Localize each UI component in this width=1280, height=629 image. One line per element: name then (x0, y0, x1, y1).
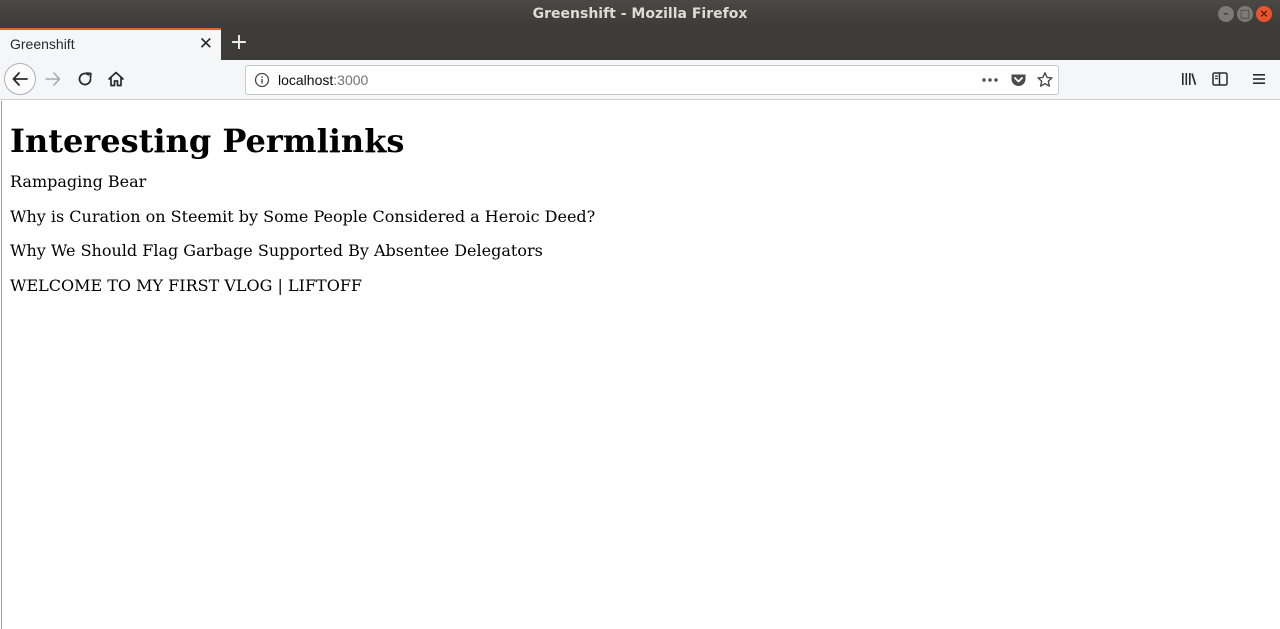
home-icon (108, 71, 124, 87)
page-content: Interesting Permlinks Rampaging Bear Why… (1, 101, 1279, 629)
arrow-left-icon (12, 72, 28, 86)
maximize-icon[interactable]: □ (1237, 6, 1253, 22)
arrow-right-icon (45, 72, 61, 86)
close-icon[interactable]: × (1256, 6, 1272, 22)
window-titlebar: Greenshift - Mozilla Firefox – □ × (0, 0, 1280, 28)
permlink-item[interactable]: Why is Curation on Steemit by Some Peopl… (10, 207, 1279, 227)
forward-button[interactable] (38, 64, 68, 94)
library-button[interactable] (1174, 64, 1204, 94)
url-text[interactable]: localhost:3000 (278, 72, 368, 88)
ellipsis-icon[interactable] (980, 71, 1000, 89)
star-icon[interactable] (1035, 71, 1055, 89)
browser-window: Greenshift - Mozilla Firefox – □ × Green… (0, 0, 1280, 629)
hamburger-menu-icon (1253, 74, 1265, 84)
window-controls: – □ × (1218, 6, 1272, 22)
navigation-toolbar: localhost:3000 (0, 60, 1280, 100)
library-icon (1182, 73, 1197, 86)
permlink-item[interactable]: Why We Should Flag Garbage Supported By … (10, 241, 1279, 261)
tab-close-icon[interactable]: ✕ (199, 34, 213, 54)
permlink-item[interactable]: WELCOME TO MY FIRST VLOG | LIFTOFF (10, 276, 1279, 296)
menu-button[interactable] (1244, 64, 1274, 94)
url-host: localhost (278, 72, 334, 88)
minimize-icon[interactable]: – (1218, 6, 1234, 22)
tab-strip: Greenshift ✕ + (0, 28, 1280, 60)
url-bar[interactable]: localhost:3000 (245, 65, 1059, 95)
back-button[interactable] (4, 63, 36, 95)
pocket-icon[interactable] (1008, 71, 1028, 89)
window-title: Greenshift - Mozilla Firefox (532, 6, 748, 22)
reload-button[interactable] (70, 64, 100, 94)
home-button[interactable] (101, 64, 131, 94)
info-icon[interactable] (254, 72, 270, 88)
permlink-list: Rampaging Bear Why is Curation on Steemi… (10, 172, 1279, 296)
sidebar-icon (1212, 72, 1228, 86)
page-title: Interesting Permlinks (10, 122, 405, 160)
tab-label: Greenshift (10, 36, 75, 52)
permlink-item[interactable]: Rampaging Bear (10, 172, 1279, 192)
tab-greenshift[interactable]: Greenshift ✕ (0, 28, 221, 60)
sidebar-button[interactable] (1205, 64, 1235, 94)
plus-icon[interactable]: + (228, 30, 250, 56)
url-port: :3000 (333, 72, 369, 88)
reload-icon (78, 72, 92, 86)
